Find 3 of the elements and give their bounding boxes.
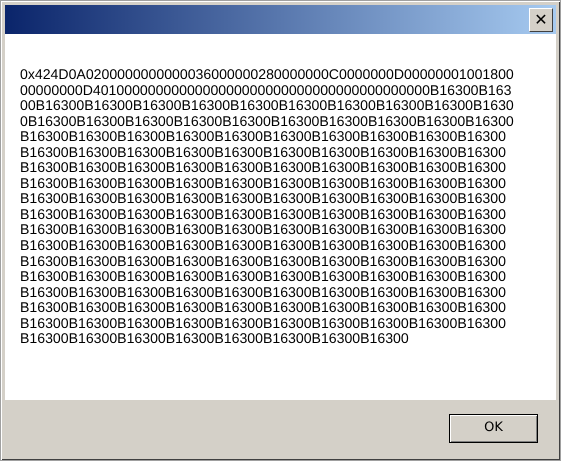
message-text: 0x424D0A0200000000000036000000280000000C0000000D0000000100180000000000D4010000000000000000000000000000000000000000B16300B16300B16300B16300B16300B16300B16300B16300B16300B16300B16300B16300B16300B16300B16300B16300B16300B16300B16300B16300B16300B16300B16300B16300B16300B16300B16300B16300B16300B16300B16300B16300B16300B16300B16300B16300B16300B16300B16300B16300B16300B16300B16300B16300B16300B16300B16300B16300B16300B16300B16300B16300B16300B16300B16300B16300B16300B16300B16300B16300B16300B16300B16300B16300B16300B16300B16300B16300B16300B16300B16300B16300B16300B16300B16300B16300B16300B16300B16300B16300B16300B16300B16300B16300B16300B16300B16300B16300B16300B16300B16300B16300B16300B16300B16300B16300B16300B16300B16300B16300B16300B16300B16300B16300B16300B16300B16300B16300B16300B16300B16300B16300B16300B16300B16300B16300B16300B16300B16300B16300B16300B16300B16300B16300B16300B16300B16300B16300B16300B16300B16300B16300B16300B16300B16300B16300B16300B16300B16300B16300B16300B16300B16300B16300B16300B16300B16300B16300B16300B16300B16300B16300B16300B16300B16300B16300B16300B16300B16300B16300 <box>20 67 514 347</box>
ok-button[interactable]: OK <box>449 414 538 442</box>
close-button[interactable]: ✕ <box>529 8 553 32</box>
